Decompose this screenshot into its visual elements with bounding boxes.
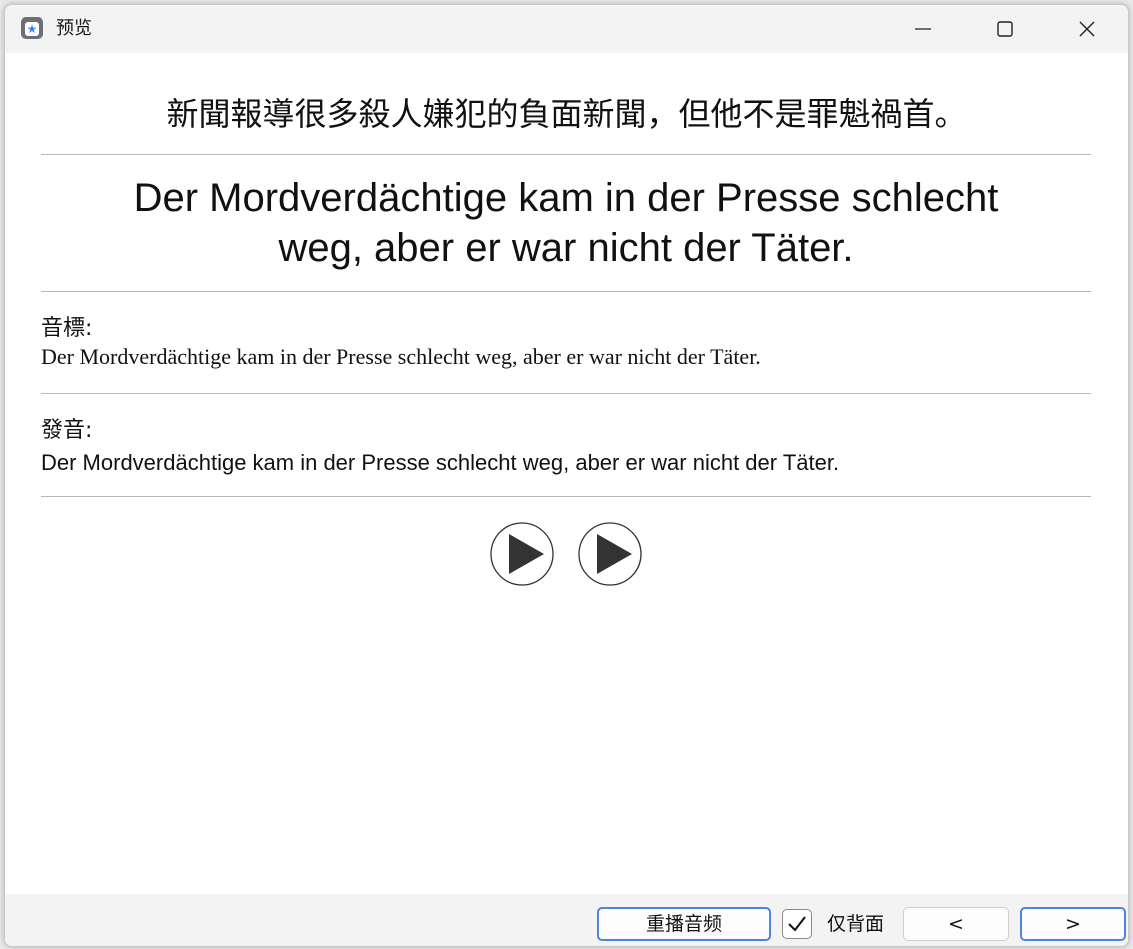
title-bar[interactable]: ★ 预览: [5, 5, 1128, 53]
close-icon: [1079, 21, 1095, 37]
back-only-checkbox[interactable]: [782, 909, 812, 939]
next-card-button[interactable]: >: [1020, 907, 1126, 941]
phonetic-text: Der Mordverdächtige kam in der Presse sc…: [41, 344, 761, 369]
footer-bar: 重播音频 仅背面 < >: [5, 894, 1128, 946]
maximize-button[interactable]: [965, 5, 1045, 53]
divider: [41, 291, 1091, 292]
divider: [41, 393, 1091, 394]
play-icon: [578, 522, 642, 586]
card-preview: 新聞報導很多殺人嫌犯的負面新聞，但他不是罪魁禍首。 Der Mordverdäc…: [5, 53, 1128, 894]
card-back-line: Der Mordverdächtige kam in der Presse sc…: [133, 176, 999, 220]
window-title: 预览: [56, 18, 92, 39]
preview-window: ★ 预览 新聞報導很多殺人嫌犯的負面新聞，但他不是罪魁禍首。 Der Mordv…: [4, 4, 1129, 947]
pronunciation-label: 發音:: [41, 418, 93, 443]
play-icon: [490, 522, 554, 586]
play-front-audio-button[interactable]: [490, 522, 554, 586]
minimize-icon: [915, 28, 931, 30]
replay-audio-button[interactable]: 重播音频: [597, 907, 771, 941]
card-back-text: Der Mordverdächtige kam in der Presse sc…: [41, 173, 1091, 273]
minimize-button[interactable]: [883, 5, 963, 53]
divider: [41, 496, 1091, 497]
card-back-line: weg, aber er war nicht der Täter.: [278, 226, 854, 270]
app-icon: ★: [21, 17, 43, 39]
play-back-audio-button[interactable]: [578, 522, 642, 586]
close-button[interactable]: [1047, 5, 1127, 53]
previous-card-button[interactable]: <: [903, 907, 1009, 941]
maximize-icon: [997, 21, 1013, 37]
back-only-label[interactable]: 仅背面: [827, 910, 884, 938]
pronunciation-text: Der Mordverdächtige kam in der Presse sc…: [41, 450, 840, 475]
phonetic-label: 音標:: [41, 316, 93, 341]
card-front-text: 新聞報導很多殺人嫌犯的負面新聞，但他不是罪魁禍首。: [166, 95, 967, 133]
check-icon: [788, 916, 806, 932]
divider: [41, 154, 1091, 155]
